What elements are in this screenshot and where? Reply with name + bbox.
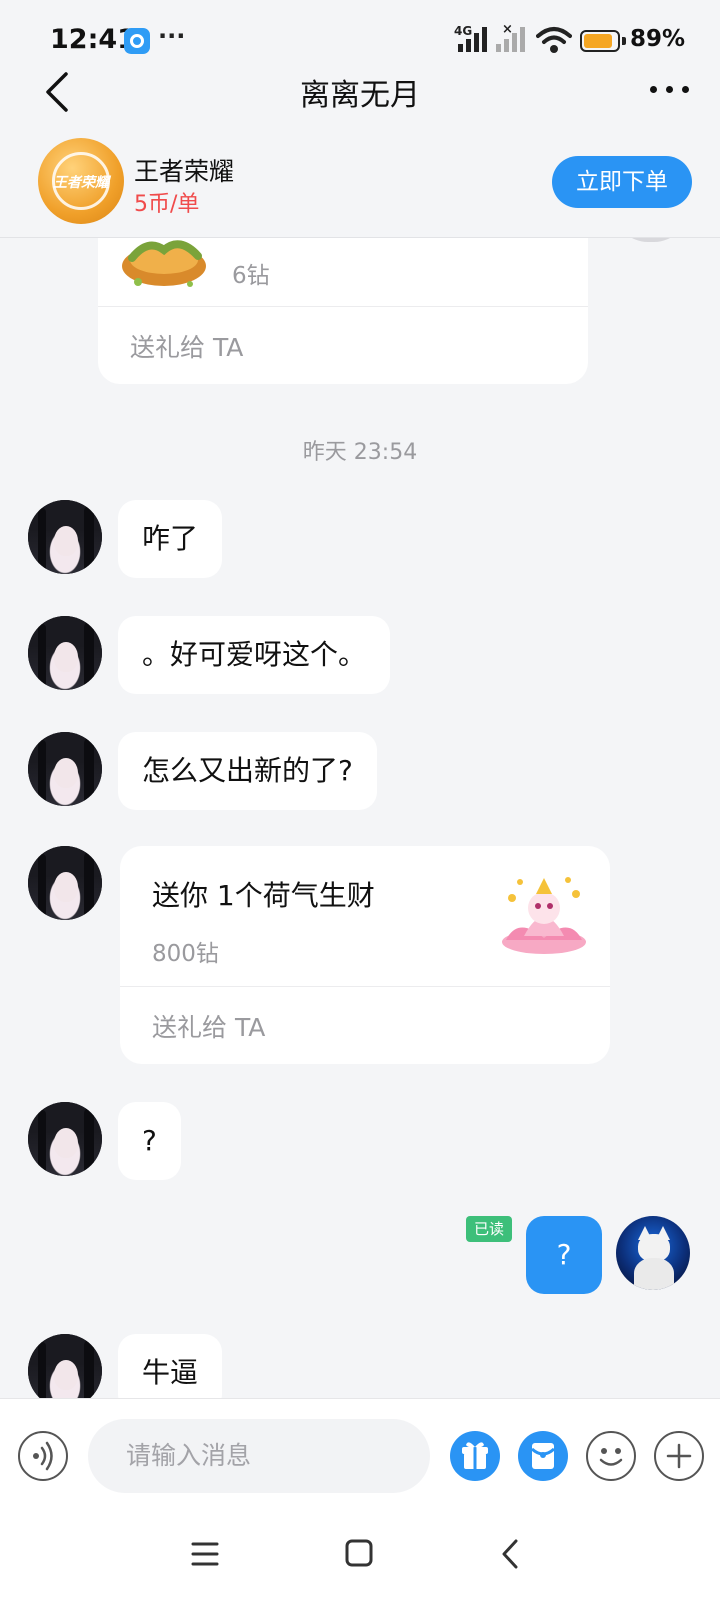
gift-price: 6钻 (232, 263, 270, 289)
lotus-gift-icon (502, 877, 586, 954)
gift-price: 800钻 (152, 941, 219, 967)
partial-avatar (614, 238, 688, 242)
emoji-icon[interactable] (586, 1431, 636, 1481)
message-timestamp: 昨天 23:54 (302, 440, 418, 465)
gift-icon[interactable] (450, 1431, 500, 1481)
gift-card[interactable]: 送你 1个荷气生财 800钻 送礼给 TA (120, 846, 610, 1064)
chat-area[interactable]: 6钻 送礼给 TA 昨天 23:54 咋了 。好可爱呀这个。 怎么又出新的了? … (0, 238, 720, 1398)
system-nav-bar (0, 1510, 720, 1600)
game-price: 5币/单 (134, 192, 200, 217)
gift-title: 送你 1个荷气生财 (152, 879, 375, 912)
more-icon[interactable] (648, 82, 692, 96)
avatar[interactable] (28, 732, 102, 806)
battery-tip (622, 37, 626, 45)
home-icon[interactable] (344, 1538, 374, 1568)
croissant-gift-icon (122, 240, 206, 287)
send-gift-link[interactable]: 送礼给 TA (152, 1008, 265, 1044)
voice-icon[interactable] (18, 1431, 68, 1481)
send-gift-link[interactable]: 送礼给 TA (130, 328, 243, 364)
gift-card-top[interactable]: 6钻 送礼给 TA (98, 238, 588, 384)
no-signal-icon (496, 27, 525, 52)
signal-icon (458, 27, 487, 52)
message-bubble[interactable]: 。好可爱呀这个。 (118, 616, 391, 694)
avatar[interactable] (28, 1334, 102, 1398)
card-divider (120, 986, 610, 987)
avatar[interactable] (28, 500, 102, 574)
message-input[interactable]: 请输入消息 (88, 1419, 430, 1493)
plus-icon[interactable] (654, 1431, 704, 1481)
game-logo[interactable]: 王者荣耀 (38, 138, 124, 224)
menu-icon[interactable] (190, 1540, 220, 1568)
wifi-icon (536, 27, 572, 53)
order-now-button[interactable]: 立即下单 (552, 156, 692, 208)
status-bar: 12:41 ··· 4G × 89% (0, 0, 720, 64)
service-bar: 王者荣耀 王者荣耀 5币/单 立即下单 (0, 124, 720, 238)
nav-bar: 离离无月 (0, 64, 720, 124)
my-avatar[interactable] (616, 1216, 690, 1290)
status-more-dots: ··· (158, 22, 186, 50)
message-bubble[interactable]: 怎么又出新的了? (118, 732, 377, 810)
page-title: 离离无月 (300, 78, 420, 113)
battery-fill (584, 34, 613, 48)
input-bar: 请输入消息 (0, 1398, 720, 1510)
read-badge: 已读 (466, 1216, 512, 1242)
red-envelope-icon[interactable] (518, 1431, 568, 1481)
game-name: 王者荣耀 (134, 157, 235, 186)
card-divider (98, 306, 588, 307)
app-notification-icon (124, 28, 150, 54)
my-message-bubble[interactable]: ? (526, 1216, 602, 1294)
battery-percent: 89% (630, 26, 686, 52)
avatar[interactable] (28, 1102, 102, 1176)
battery-icon (580, 30, 620, 52)
message-bubble[interactable]: 咋了 (118, 500, 223, 578)
avatar[interactable] (28, 846, 102, 920)
message-bubble[interactable]: ? (118, 1102, 181, 1180)
avatar[interactable] (28, 616, 102, 690)
game-logo-text: 王者荣耀 (53, 175, 109, 191)
message-bubble[interactable]: 牛逼 (118, 1334, 223, 1398)
back-icon[interactable] (498, 1538, 522, 1570)
